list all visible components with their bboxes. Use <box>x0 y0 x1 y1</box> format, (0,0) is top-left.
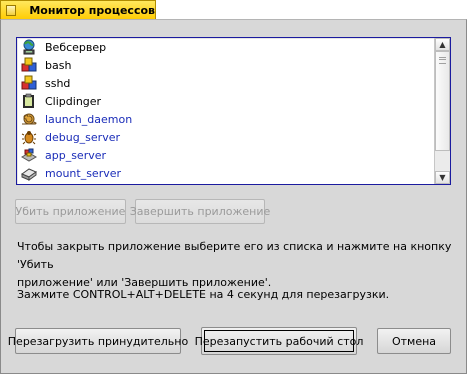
list-item[interactable]: mount_server <box>17 164 434 182</box>
window-tab[interactable]: Монитор процессов <box>0 0 156 20</box>
list-item[interactable]: sshd <box>17 74 434 92</box>
info-line: Чтобы закрыть приложение выберите его из… <box>17 240 452 271</box>
scroll-down-arrow-icon[interactable]: ▼ <box>435 171 450 184</box>
scroll-up-arrow-icon[interactable]: ▲ <box>435 38 450 51</box>
webserver-globe-icon <box>21 39 37 55</box>
force-reboot-button[interactable]: Перезагрузить принудительно <box>8 328 188 354</box>
app-server-icon <box>21 147 37 163</box>
scrollbar-thumb[interactable] <box>435 51 450 151</box>
list-item[interactable]: Clipdinger <box>17 92 434 110</box>
list-item[interactable]: Вебсервер <box>17 38 434 56</box>
close-box-icon[interactable] <box>6 5 17 16</box>
snail-icon <box>21 111 37 127</box>
quit-app-button[interactable]: Завершить приложение <box>130 199 270 224</box>
info-reboot-hint: Зажмите CONTROL+ALT+DELETE на 4 секунд д… <box>17 288 390 301</box>
clipboard-icon <box>21 93 37 109</box>
restart-desktop-button[interactable]: Перезапустить рабочий стол <box>195 327 363 355</box>
cancel-button[interactable]: Отмена <box>377 328 451 354</box>
app-blocks-icon <box>21 57 37 73</box>
kill-app-button[interactable]: Убить приложение <box>15 199 126 224</box>
list-item-label: launch_daemon <box>45 112 133 126</box>
window-title: Монитор процессов <box>29 4 155 17</box>
list-item[interactable]: launch_daemon <box>17 110 434 128</box>
list-item[interactable]: bash <box>17 56 434 74</box>
info-instructions: Чтобы закрыть приложение выберите его из… <box>17 238 457 292</box>
process-list-items: Вебсервер bash sshd Clipdinger launch_da <box>17 38 434 184</box>
list-item-label: Вебсервер <box>45 40 107 54</box>
list-item-label: mount_server <box>45 166 122 180</box>
list-item[interactable]: app_server <box>17 146 434 164</box>
process-list[interactable]: Вебсервер bash sshd Clipdinger launch_da <box>16 37 451 185</box>
list-item-label: sshd <box>45 76 71 90</box>
app-blocks-icon <box>21 75 37 91</box>
list-item-label: Clipdinger <box>45 94 102 108</box>
disk-icon <box>21 165 37 181</box>
bug-icon <box>21 129 37 145</box>
list-item-label: bash <box>45 58 72 72</box>
list-item[interactable]: debug_server <box>17 128 434 146</box>
list-item-label: app_server <box>45 148 107 162</box>
list-item-label: debug_server <box>45 130 121 144</box>
list-scrollbar[interactable]: ▲ ▼ <box>434 38 450 184</box>
